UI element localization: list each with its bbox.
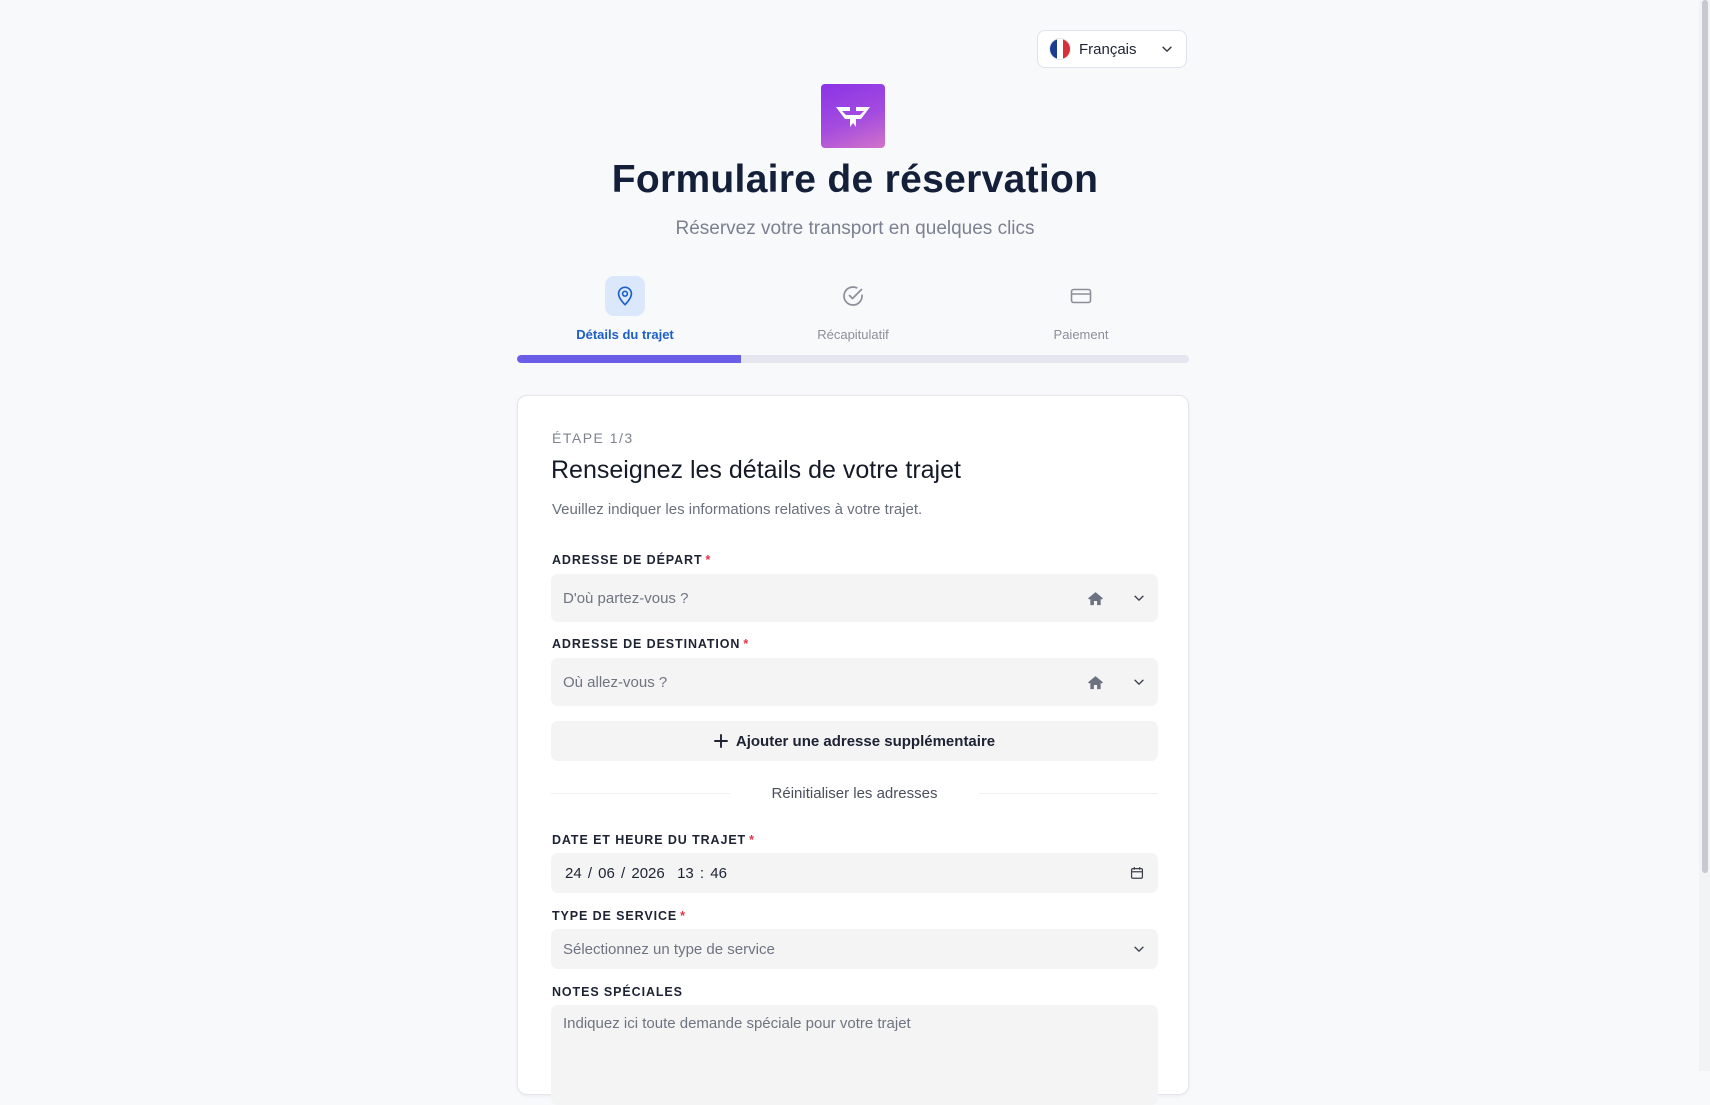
datetime-label-text: DATE ET HEURE DU TRAJET (552, 833, 747, 847)
datetime-value: 24 / 06 / 2026 13 : 46 (565, 864, 727, 882)
chevron-down-icon[interactable] (1132, 942, 1146, 956)
step-icon-container (833, 276, 873, 316)
reset-addresses-button[interactable]: Réinitialiser les adresses (730, 785, 980, 802)
language-select[interactable]: Français (1037, 30, 1187, 68)
form-description: Veuillez indiquer les informations relat… (552, 501, 923, 518)
required-marker: * (705, 553, 712, 567)
home-icon[interactable] (1087, 675, 1104, 690)
chevron-down-icon[interactable] (1132, 591, 1146, 605)
plus-icon (713, 734, 728, 748)
step-label: Récapitulatif (817, 327, 889, 342)
step-icon-container (605, 276, 645, 316)
departure-label-text: ADRESSE DE DÉPART (552, 553, 703, 567)
service-type-placeholder: Sélectionnez un type de service (563, 940, 775, 958)
step-trip-details[interactable]: Détails du trajet (525, 276, 725, 342)
divider (551, 792, 730, 794)
destination-address-input[interactable]: Où allez-vous ? (551, 658, 1158, 706)
map-pin-icon (617, 286, 633, 306)
logo-wings-icon (836, 107, 870, 127)
page-title: Formulaire de réservation (611, 158, 1099, 201)
step-label: Paiement (1053, 327, 1109, 342)
step-summary[interactable]: Récapitulatif (753, 276, 953, 342)
destination-label: ADRESSE DE DESTINATION * (552, 637, 749, 651)
notes-textarea[interactable]: Indiquez ici toute demande spéciale pour… (551, 1005, 1158, 1105)
service-type-label-text: TYPE DE SERVICE (552, 909, 678, 923)
chevron-down-icon (1162, 46, 1172, 52)
destination-placeholder: Où allez-vous ? (563, 673, 668, 691)
french-flag-icon (1050, 39, 1070, 59)
booking-form-card: ÉTAPE 1/3 Renseignez les détails de votr… (517, 395, 1189, 1105)
service-type-label: TYPE DE SERVICE * (552, 909, 686, 923)
page-subtitle: Réservez votre transport en quelques cli… (675, 218, 1035, 239)
required-marker: * (743, 637, 750, 651)
calendar-icon[interactable] (1130, 866, 1144, 880)
departure-address-input[interactable]: D'où partez-vous ? (551, 574, 1158, 622)
datetime-input[interactable]: 24 / 06 / 2026 13 : 46 (551, 853, 1158, 893)
check-circle-icon (843, 286, 863, 306)
service-type-select[interactable]: Sélectionnez un type de service (551, 929, 1158, 969)
step-counter: ÉTAPE 1/3 (552, 430, 634, 446)
app-logo (821, 84, 885, 148)
divider (979, 792, 1158, 794)
home-icon[interactable] (1087, 591, 1104, 606)
credit-card-icon (1070, 288, 1092, 304)
step-payment[interactable]: Paiement (981, 276, 1181, 342)
progress-fill (517, 355, 741, 363)
step-label: Détails du trajet (576, 327, 674, 342)
required-marker: * (749, 833, 755, 847)
chevron-down-icon[interactable] (1132, 675, 1146, 689)
reset-addresses-row: Réinitialiser les adresses (551, 782, 1158, 804)
datetime-label: DATE ET HEURE DU TRAJET * (552, 833, 755, 847)
add-address-label: Ajouter une adresse supplémentaire (735, 732, 996, 750)
departure-label: ADRESSE DE DÉPART * (552, 553, 711, 567)
language-label: Français (1079, 40, 1137, 58)
form-title: Renseignez les détails de votre trajet (551, 456, 961, 484)
progress-bar (517, 355, 1189, 363)
add-address-button[interactable]: Ajouter une adresse supplémentaire (551, 721, 1158, 761)
step-icon-container (1061, 276, 1101, 316)
departure-placeholder: D'où partez-vous ? (563, 589, 689, 607)
scrollbar-thumb[interactable] (1702, 0, 1708, 873)
notes-placeholder: Indiquez ici toute demande spéciale pour… (563, 1015, 911, 1032)
destination-label-text: ADRESSE DE DESTINATION (552, 637, 741, 651)
notes-label: NOTES SPÉCIALES (552, 985, 683, 999)
required-marker: * (680, 909, 686, 923)
